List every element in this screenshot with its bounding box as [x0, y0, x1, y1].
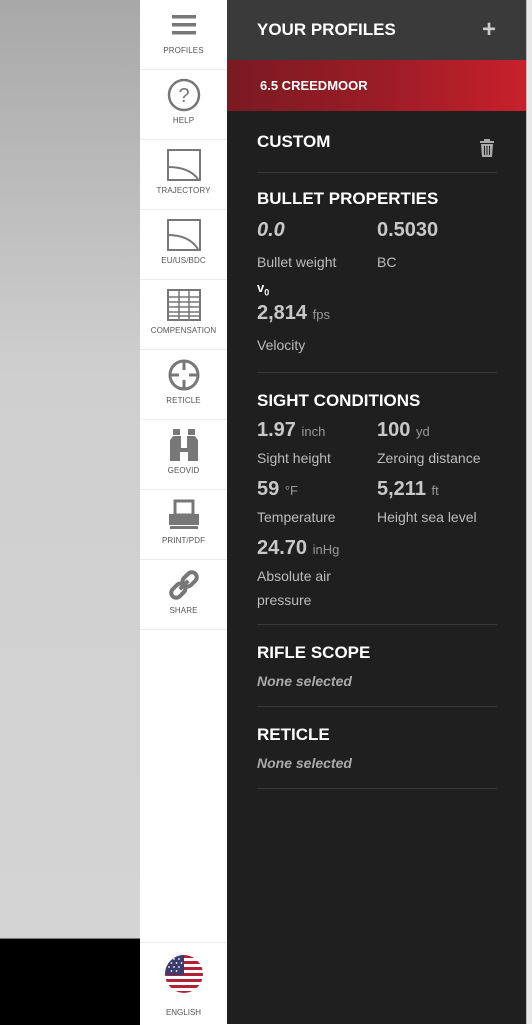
language-selector[interactable]: ENGLISH [140, 942, 227, 1024]
reticle-value[interactable]: None selected [257, 755, 497, 771]
air-pressure-field[interactable]: 24.70 inHg Absolute air pressure [257, 529, 377, 612]
nav-label: TRAJECTORY [156, 186, 211, 195]
zeroing-distance-label: Zeroing distance [377, 449, 481, 466]
rifle-scope-section: RIFLE SCOPE None selected [257, 625, 497, 707]
temperature-unit: °F [284, 482, 298, 498]
trash-icon[interactable] [479, 138, 495, 157]
nav-label: COMPENSATION [150, 326, 217, 335]
profiles-panel: YOUR PROFILES + 6.5 CREEDMOOR CUSTOM BUL… [227, 0, 526, 1024]
us-flag-icon [164, 955, 203, 998]
altitude-value: 5,211 [377, 477, 426, 500]
v0-symbol: v0 [257, 280, 497, 298]
trajectory-curve-icon [166, 218, 202, 252]
sight-height-value: 1.97 [257, 418, 296, 441]
temperature-value: 59 [257, 477, 280, 500]
side-nav: PROFILES ? HELP TRAJECTORY EU/US/BDC COM… [140, 0, 227, 1024]
language-label: ENGLISH [165, 1008, 202, 1017]
bullet-weight-field[interactable]: 0.0 Bullet weight [257, 209, 377, 274]
nav-eu-us-bdc[interactable]: EU/US/BDC [140, 210, 227, 280]
nav-label: PRINT/PDF [161, 536, 206, 545]
v0-subscript: 0 [264, 287, 270, 298]
nav-label: EU/US/BDC [161, 256, 206, 265]
altitude-unit: ft [431, 482, 439, 498]
reticle-title: RETICLE [257, 724, 330, 744]
svg-text:?: ? [178, 85, 189, 107]
sight-height-field[interactable]: 1.97 inch Sight height [257, 411, 377, 470]
velocity-field[interactable]: 2,814 fps Velocity [257, 302, 497, 357]
bullet-properties-title: BULLET PROPERTIES [257, 189, 439, 208]
bc-label: BC [377, 254, 397, 270]
nav-label: SHARE [169, 606, 198, 615]
altitude-field[interactable]: 5,211 ft Height sea level [377, 470, 497, 529]
table-icon [166, 288, 202, 322]
air-pressure-label: Absolute air pressure [257, 567, 331, 608]
bullet-weight-value: 0.0 [257, 219, 285, 241]
panel-header: YOUR PROFILES + [227, 0, 526, 60]
nav-print-pdf[interactable]: PRINT/PDF [140, 490, 227, 560]
velocity-label: Velocity [257, 336, 306, 353]
rifle-scope-value[interactable]: None selected [257, 673, 497, 689]
bullet-properties-section: BULLET PROPERTIES 0.0 Bullet weight 0.50… [257, 173, 497, 373]
altitude-label: Height sea level [377, 508, 477, 525]
velocity-value: 2,814 [257, 301, 308, 324]
nav-reticle[interactable]: RETICLE [140, 350, 227, 420]
nav-label: GEOVID [167, 466, 200, 475]
nav-label: RETICLE [166, 396, 201, 405]
sight-conditions-section: SIGHT CONDITIONS 1.97 inch Sight height … [257, 373, 497, 625]
sight-conditions-title: SIGHT CONDITIONS [257, 390, 421, 410]
nav-compensation[interactable]: COMPENSATION [140, 280, 227, 350]
link-icon [166, 568, 202, 602]
nav-help[interactable]: ? HELP [140, 70, 227, 140]
temperature-field[interactable]: 59 °F Temperature [257, 470, 377, 529]
panel-title: YOUR PROFILES [257, 20, 396, 39]
crosshair-icon [166, 358, 202, 392]
background-footer [0, 938, 140, 1025]
velocity-value-row: 2,814 fps [257, 302, 497, 325]
active-profile[interactable]: 6.5 CREEDMOOR [227, 60, 526, 111]
scrollbar[interactable] [526, 0, 532, 1024]
custom-title: CUSTOM [257, 131, 331, 151]
bullet-weight-label: Bullet weight [257, 254, 337, 270]
nav-trajectory[interactable]: TRAJECTORY [140, 140, 227, 210]
nav-label: PROFILES [163, 46, 204, 55]
velocity-unit: fps [312, 306, 330, 322]
nav-geovid[interactable]: GEOVID [140, 420, 227, 490]
zeroing-distance-unit: yd [415, 423, 430, 439]
question-icon: ? [166, 78, 202, 112]
temperature-label: Temperature [257, 508, 336, 525]
zeroing-distance-field[interactable]: 100 yd Zeroing distance [377, 411, 497, 470]
background-area [0, 0, 140, 938]
sight-height-label: Sight height [257, 449, 331, 466]
air-pressure-unit: inHg [312, 541, 340, 557]
bc-value: 0.5030 [377, 219, 439, 241]
hamburger-icon [166, 8, 202, 42]
zeroing-distance-value: 100 [377, 418, 411, 441]
bc-field[interactable]: 0.5030 BC [377, 209, 497, 274]
binoculars-icon [166, 428, 202, 462]
trajectory-icon [166, 148, 202, 182]
reticle-section: RETICLE None selected [257, 707, 497, 789]
add-profile-button[interactable]: + [482, 16, 496, 44]
air-pressure-value: 24.70 [257, 536, 308, 559]
nav-profiles[interactable]: PROFILES [140, 0, 227, 70]
nav-share[interactable]: SHARE [140, 560, 227, 630]
sight-height-unit: inch [301, 423, 326, 439]
printer-icon [166, 498, 202, 532]
nav-label: HELP [172, 116, 195, 125]
rifle-scope-title: RIFLE SCOPE [257, 642, 371, 662]
custom-section: CUSTOM [257, 111, 497, 173]
